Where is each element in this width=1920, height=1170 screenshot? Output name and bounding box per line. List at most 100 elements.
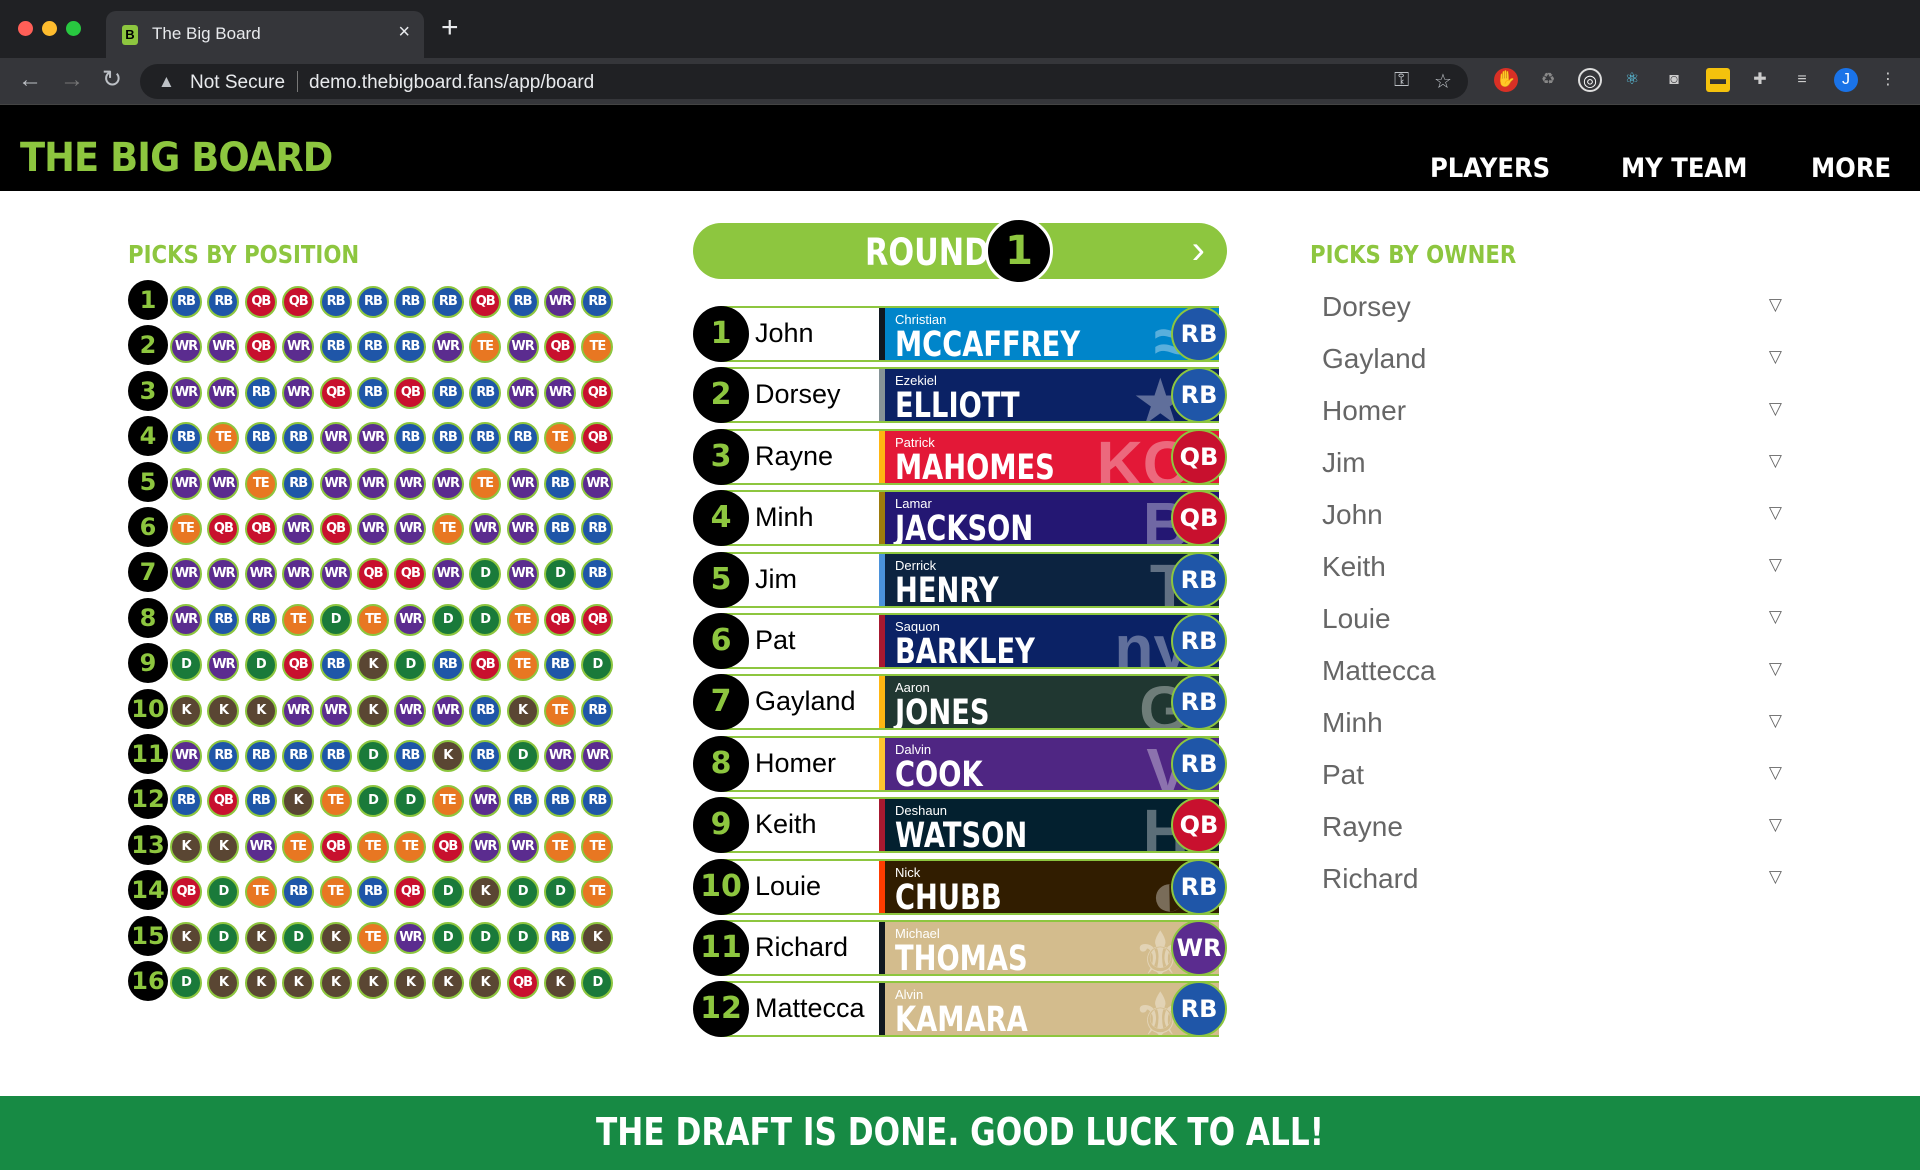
reload-icon[interactable]: ↻: [102, 68, 122, 92]
owner-row[interactable]: Jim ▽: [1322, 443, 1782, 485]
position-chip[interactable]: RB: [431, 376, 464, 409]
position-chip[interactable]: QB: [469, 286, 502, 318]
back-arrow-icon[interactable]: ←: [18, 68, 42, 92]
position-chip[interactable]: RB: [170, 286, 202, 318]
position-chip[interactable]: K: [544, 967, 576, 999]
position-chip[interactable]: QB: [319, 830, 352, 863]
position-chip[interactable]: RB: [282, 740, 315, 772]
owner-row[interactable]: Mattecca ▽: [1322, 651, 1782, 693]
player-card[interactable]: ⚜ Alvin KAMARA: [879, 981, 1219, 1038]
position-chip[interactable]: RB: [357, 876, 389, 909]
position-chip[interactable]: D: [170, 649, 202, 682]
position-chip[interactable]: WR: [506, 467, 539, 500]
position-chip[interactable]: WR: [319, 422, 352, 455]
position-chip[interactable]: D: [394, 785, 427, 818]
position-chip[interactable]: WR: [394, 467, 427, 500]
position-chip[interactable]: WR: [170, 740, 202, 772]
new-tab-button[interactable]: +: [441, 13, 459, 43]
position-chip[interactable]: K: [170, 921, 202, 954]
owner-row[interactable]: Rayne ▽: [1322, 807, 1782, 849]
owner-row[interactable]: Gayland ▽: [1322, 339, 1782, 381]
position-chip[interactable]: RB: [282, 876, 315, 909]
position-chip[interactable]: WR: [431, 694, 464, 727]
position-chip[interactable]: D: [506, 740, 539, 772]
draft-pick-row[interactable]: 12 Mattecca ⚜ Alvin KAMARA RB: [693, 981, 1227, 1038]
position-chip[interactable]: QB: [394, 558, 427, 591]
notes-extension-icon[interactable]: ▬: [1706, 68, 1730, 92]
position-chip[interactable]: TE: [319, 785, 352, 818]
bookmark-star-icon[interactable]: ☆: [1434, 69, 1452, 94]
position-chip[interactable]: K: [170, 694, 202, 727]
position-chip[interactable]: TE: [469, 467, 502, 500]
chevron-right-icon[interactable]: ›: [1192, 225, 1205, 275]
position-chip[interactable]: QB: [207, 785, 240, 818]
position-chip[interactable]: QB: [506, 967, 539, 999]
url-text[interactable]: demo.thebigboard.fans/app/board: [309, 72, 594, 94]
position-chip[interactable]: RB: [170, 785, 202, 818]
position-chip[interactable]: RB: [207, 603, 240, 636]
position-chip[interactable]: TE: [357, 603, 389, 636]
minimize-window-button[interactable]: [42, 21, 57, 36]
owner-row[interactable]: John ▽: [1322, 495, 1782, 537]
position-chip[interactable]: RB: [506, 785, 539, 818]
player-card[interactable]: ≈ChristianMCCAFFREY: [879, 306, 1219, 362]
site-logo[interactable]: THE BIG BOARD: [20, 135, 333, 181]
not-secure-label[interactable]: Not Secure: [190, 72, 285, 94]
position-chip[interactable]: WR: [394, 921, 427, 954]
owner-row[interactable]: Richard ▽: [1322, 859, 1782, 901]
position-chip[interactable]: K: [207, 967, 240, 999]
position-chip[interactable]: WR: [319, 694, 352, 727]
player-card[interactable]: ★ Ezekiel ELLIOTT: [879, 367, 1219, 424]
position-chip[interactable]: D: [506, 876, 539, 909]
position-chip[interactable]: RB: [244, 422, 277, 455]
position-chip[interactable]: D: [544, 558, 576, 591]
position-chip[interactable]: RB: [207, 286, 240, 318]
position-chip[interactable]: WR: [431, 331, 464, 364]
position-chip[interactable]: QB: [244, 286, 277, 318]
position-chip[interactable]: K: [244, 694, 277, 727]
position-chip[interactable]: RB: [544, 467, 576, 500]
position-chip[interactable]: WR: [544, 376, 576, 409]
position-chip[interactable]: RB: [170, 422, 202, 455]
position-chip[interactable]: WR: [357, 513, 389, 545]
position-chip[interactable]: RB: [506, 286, 539, 318]
position-chip[interactable]: QB: [357, 558, 389, 591]
position-chip[interactable]: WR: [170, 376, 202, 409]
owner-row[interactable]: Pat ▽: [1322, 755, 1782, 797]
player-card[interactable]: B Lamar JACKSON: [879, 490, 1219, 547]
position-chip[interactable]: TE: [469, 331, 502, 364]
position-chip[interactable]: RB: [469, 376, 502, 409]
position-chip[interactable]: TE: [207, 422, 240, 455]
recycle-extension-icon[interactable]: ♻: [1536, 68, 1560, 92]
draft-pick-row[interactable]: 8 Homer V Dalvin COOK RB: [693, 735, 1227, 792]
position-chip[interactable]: RB: [319, 649, 352, 682]
position-chip[interactable]: K: [357, 649, 389, 682]
position-chip[interactable]: TE: [431, 785, 464, 818]
reading-list-icon[interactable]: ≡: [1790, 68, 1814, 92]
position-chip[interactable]: WR: [357, 467, 389, 500]
position-chip[interactable]: K: [357, 967, 389, 999]
target-extension-icon[interactable]: ◎: [1578, 68, 1602, 92]
position-chip[interactable]: QB: [431, 830, 464, 863]
position-chip[interactable]: RB: [469, 422, 502, 455]
position-chip[interactable]: RB: [431, 286, 464, 318]
position-chip[interactable]: RB: [581, 286, 614, 318]
position-chip[interactable]: RB: [282, 467, 315, 500]
position-chip[interactable]: WR: [282, 694, 315, 727]
chevron-down-icon[interactable]: ▽: [1769, 451, 1782, 471]
position-chip[interactable]: D: [469, 558, 502, 591]
nav-players[interactable]: PLAYERS: [1430, 153, 1550, 184]
chevron-down-icon[interactable]: ▽: [1769, 711, 1782, 731]
puzzle-extensions-icon[interactable]: ✚: [1748, 68, 1772, 92]
player-card[interactable]: T Derrick HENRY: [879, 551, 1219, 608]
position-chip[interactable]: QB: [319, 513, 352, 545]
position-chip[interactable]: D: [394, 649, 427, 682]
position-chip[interactable]: D: [431, 603, 464, 636]
position-chip[interactable]: WR: [506, 331, 539, 364]
position-chip[interactable]: RB: [431, 649, 464, 682]
draft-pick-row[interactable]: 3 Rayne KC Patrick MAHOMES QB: [693, 428, 1227, 485]
position-chip[interactable]: WR: [282, 331, 315, 364]
position-chip[interactable]: RB: [394, 331, 427, 364]
position-chip[interactable]: WR: [581, 740, 614, 772]
camera-extension-icon[interactable]: ◙: [1662, 68, 1686, 92]
